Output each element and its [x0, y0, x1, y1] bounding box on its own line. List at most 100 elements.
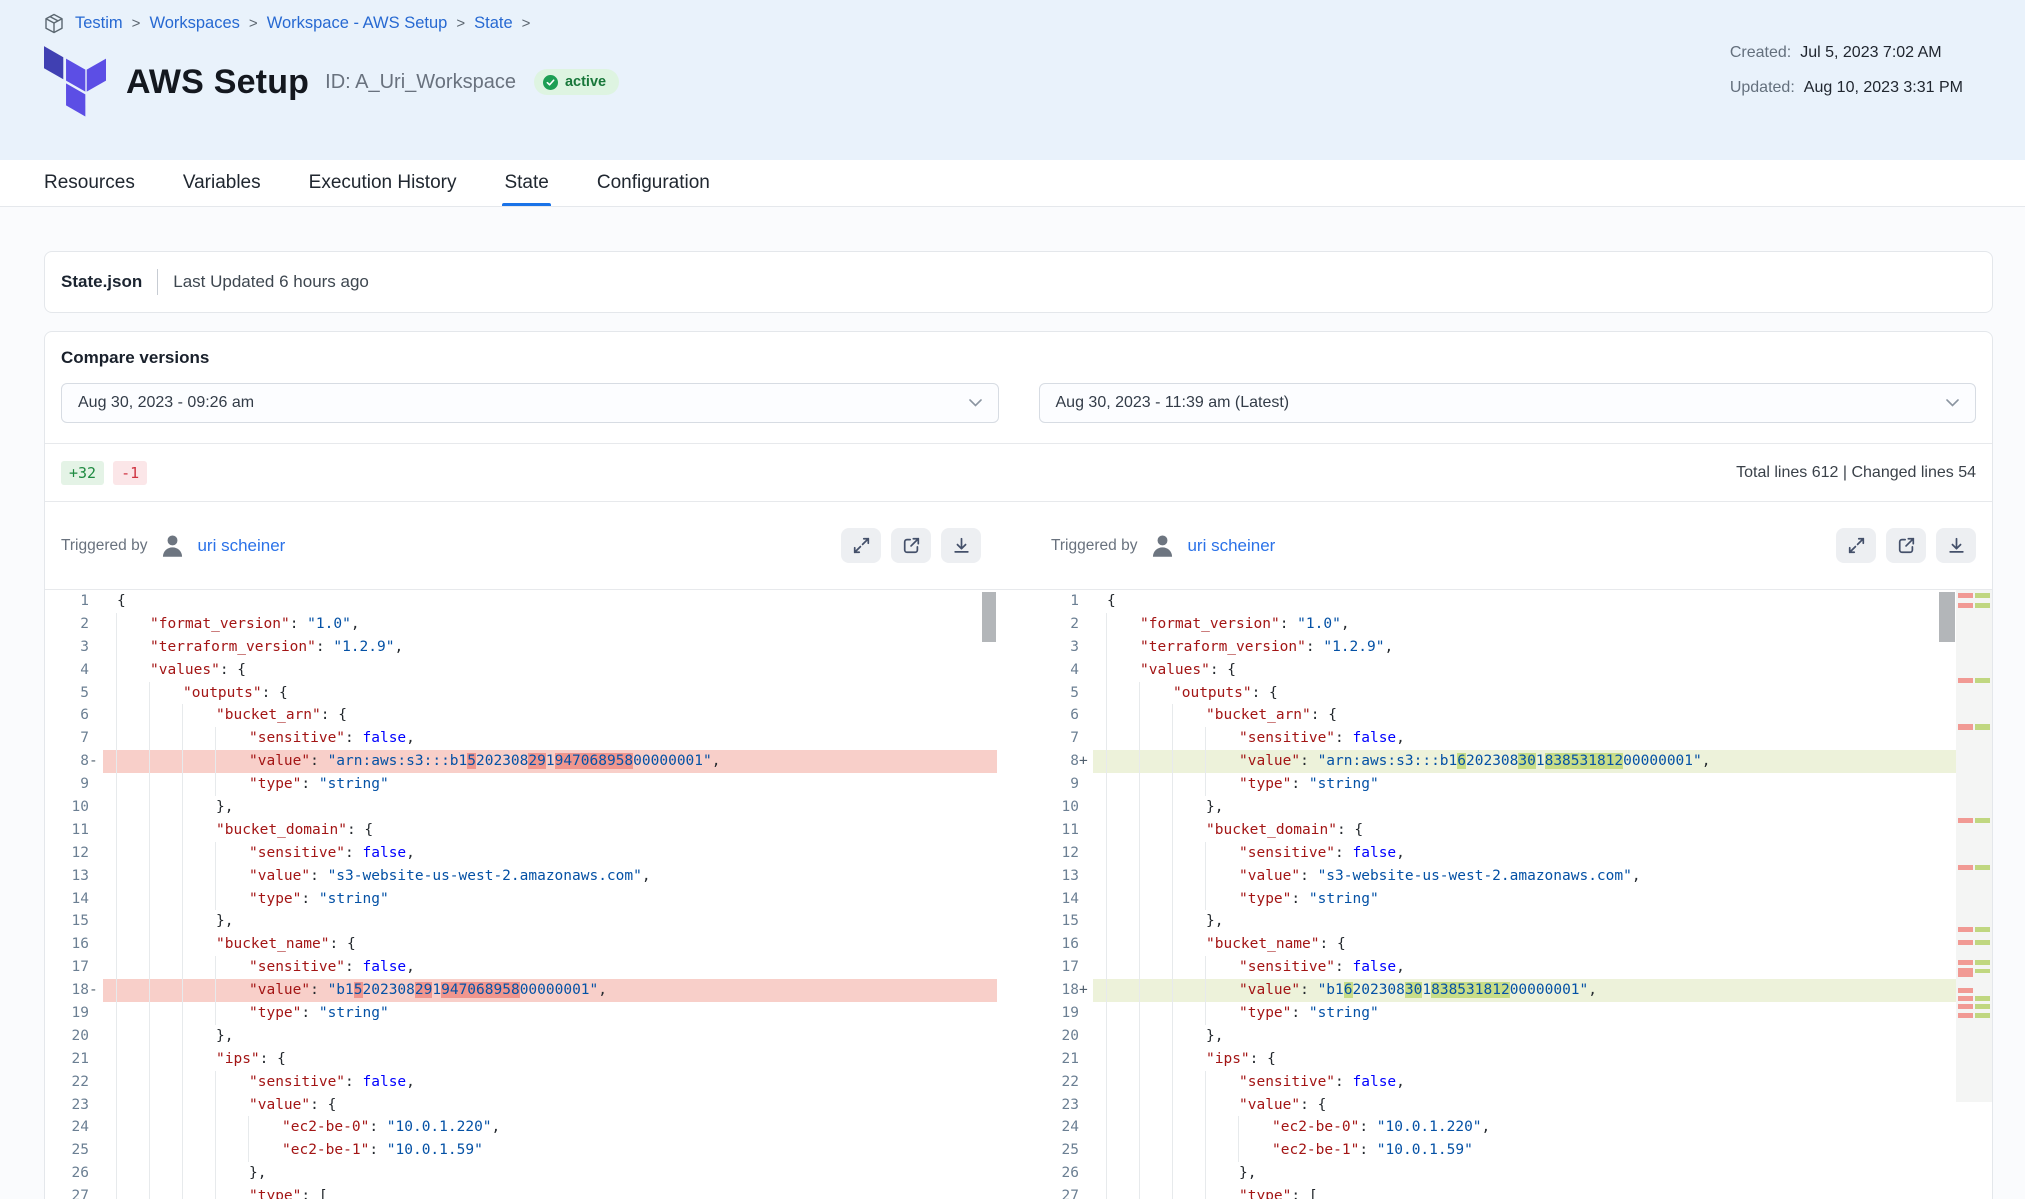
- code-line: 7"sensitive": false,: [45, 727, 997, 750]
- code-line: 18-"value": "b15202308291947068958000000…: [45, 979, 997, 1002]
- code-line: 20},: [45, 1025, 997, 1048]
- version-select-left-value: Aug 30, 2023 - 09:26 am: [78, 394, 254, 412]
- code-line: 19"type": "string": [45, 1002, 997, 1025]
- code-line: 5"outputs": {: [1035, 682, 1992, 705]
- additions-badge: +32: [61, 461, 104, 485]
- ruler-mark-removed: [1958, 818, 1973, 823]
- open-external-button[interactable]: [891, 528, 931, 563]
- code-line: 1{: [1035, 590, 1992, 613]
- version-select-left[interactable]: Aug 30, 2023 - 09:26 am: [61, 383, 999, 423]
- breadcrumb-link[interactable]: Workspace - AWS Setup: [267, 14, 448, 33]
- content: State.json Last Updated 6 hours ago Comp…: [0, 251, 2025, 1199]
- code-line: 24"ec2-be-0": "10.0.1.220",: [45, 1116, 997, 1139]
- code-panel-right[interactable]: 1{2"format_version": "1.0",3"terraform_v…: [1035, 590, 1992, 1199]
- panel-header-left: Triggered by uri scheiner: [45, 502, 997, 589]
- tab-resources[interactable]: Resources: [44, 160, 135, 206]
- expand-button[interactable]: [1836, 528, 1876, 563]
- download-button[interactable]: [1936, 528, 1976, 563]
- ruler-mark-added: [1975, 1013, 1990, 1018]
- compare-heading: Compare versions: [61, 348, 1976, 368]
- breadcrumb-link[interactable]: Testim: [75, 14, 123, 33]
- code-line: 3"terraform_version": "1.2.9",: [1035, 636, 1992, 659]
- code-line: 19"type": "string": [1035, 1002, 1992, 1025]
- code-line: 24"ec2-be-0": "10.0.1.220",: [1035, 1116, 1992, 1139]
- ruler-mark-added: [1975, 593, 1990, 598]
- file-bar: State.json Last Updated 6 hours ago: [44, 251, 1993, 313]
- code-line: 3"terraform_version": "1.2.9",: [45, 636, 997, 659]
- ruler-mark-removed: [1958, 1004, 1973, 1009]
- check-circle-icon: [543, 75, 558, 90]
- scrollbar-thumb[interactable]: [1939, 592, 1955, 642]
- breadcrumb: Testim>Workspaces>Workspace - AWS Setup>…: [44, 13, 1963, 34]
- code-line: 27"type": [: [45, 1185, 997, 1199]
- code-line: 21"ips": {: [45, 1048, 997, 1071]
- tab-configuration[interactable]: Configuration: [597, 160, 710, 206]
- tab-state[interactable]: State: [504, 160, 548, 206]
- ruler-mark-removed: [1958, 968, 1973, 977]
- triggered-by-user-link[interactable]: uri scheiner: [1187, 536, 1275, 556]
- package-icon: [44, 13, 64, 34]
- ruler-mark-added: [1975, 865, 1990, 870]
- triggered-by-user-link[interactable]: uri scheiner: [197, 536, 285, 556]
- file-name: State.json: [61, 272, 142, 292]
- code-line: 16"bucket_name": {: [1035, 933, 1992, 956]
- code-line: 22"sensitive": false,: [1035, 1071, 1992, 1094]
- ruler-mark-removed: [1958, 1013, 1973, 1018]
- created-value: Jul 5, 2023 7:02 AM: [1800, 42, 1941, 65]
- compare-card: Compare versions Aug 30, 2023 - 09:26 am…: [44, 331, 1993, 1199]
- expand-icon: [852, 536, 871, 555]
- code-line: 21"ips": {: [1035, 1048, 1992, 1071]
- ruler-mark-added: [1975, 969, 1990, 973]
- code-line: 22"sensitive": false,: [45, 1071, 997, 1094]
- download-button[interactable]: [941, 528, 981, 563]
- code-line: 26},: [45, 1162, 997, 1185]
- status-badge-label: active: [565, 74, 606, 90]
- code-line: 9"type": "string": [1035, 773, 1992, 796]
- updated-label: Updated:: [1730, 77, 1795, 100]
- ruler-mark-removed: [1958, 940, 1973, 945]
- panel-header-right: Triggered by uri scheiner: [1035, 502, 1992, 589]
- code-line: 8-"value": "arn:aws:s3:::b15202308291947…: [45, 750, 997, 773]
- last-updated-text: Last Updated 6 hours ago: [173, 272, 369, 292]
- updated-value: Aug 10, 2023 3:31 PM: [1804, 77, 1963, 100]
- expand-button[interactable]: [841, 528, 881, 563]
- version-select-right-value: Aug 30, 2023 - 11:39 am (Latest): [1056, 394, 1290, 412]
- status-badge: active: [534, 69, 619, 95]
- code-line: 9"type": "string": [45, 773, 997, 796]
- open-external-button[interactable]: [1886, 528, 1926, 563]
- ruler-mark-removed: [1958, 960, 1973, 965]
- workspace-id: ID: A_Uri_Workspace: [325, 71, 516, 94]
- scrollbar-thumb[interactable]: [982, 592, 996, 642]
- external-link-icon: [1897, 536, 1916, 555]
- ruler-mark-added: [1975, 678, 1990, 683]
- panel-headers: Triggered by uri scheiner: [45, 501, 1992, 589]
- breadcrumb-separator: >: [522, 15, 531, 32]
- download-icon: [1947, 536, 1966, 555]
- code-lines-left: 1{2"format_version": "1.0",3"terraform_v…: [45, 590, 997, 1199]
- code-line: 23"value": {: [45, 1094, 997, 1117]
- page-title: AWS Setup: [126, 63, 309, 102]
- code-line: 17"sensitive": false,: [45, 956, 997, 979]
- code-line: 25"ec2-be-1": "10.0.1.59": [45, 1139, 997, 1162]
- tab-bar: Resources Variables Execution History State…: [0, 160, 2025, 207]
- breadcrumb-link[interactable]: Workspaces: [149, 14, 239, 33]
- expand-icon: [1847, 536, 1866, 555]
- ruler-mark-added: [1975, 960, 1990, 965]
- code-line: 11"bucket_domain": {: [45, 819, 997, 842]
- tab-execution-history[interactable]: Execution History: [309, 160, 457, 206]
- ruler-mark-removed: [1958, 724, 1973, 730]
- code-line: 20},: [1035, 1025, 1992, 1048]
- code-panel-left[interactable]: 1{2"format_version": "1.0",3"terraform_v…: [45, 590, 997, 1199]
- version-select-right[interactable]: Aug 30, 2023 - 11:39 am (Latest): [1039, 383, 1977, 423]
- external-link-icon: [902, 536, 921, 555]
- code-line: 11"bucket_domain": {: [1035, 819, 1992, 842]
- code-lines-right: 1{2"format_version": "1.0",3"terraform_v…: [1035, 590, 1992, 1199]
- tab-variables[interactable]: Variables: [183, 160, 261, 206]
- ruler-mark-added: [1975, 724, 1990, 730]
- compare-section: Compare versions Aug 30, 2023 - 09:26 am…: [45, 332, 1992, 443]
- ruler-mark-added: [1975, 996, 1990, 1001]
- ruler-mark-removed: [1958, 988, 1973, 993]
- ruler-mark-added: [1975, 603, 1990, 608]
- breadcrumb-link[interactable]: State: [474, 14, 513, 33]
- code-line: 10},: [1035, 796, 1992, 819]
